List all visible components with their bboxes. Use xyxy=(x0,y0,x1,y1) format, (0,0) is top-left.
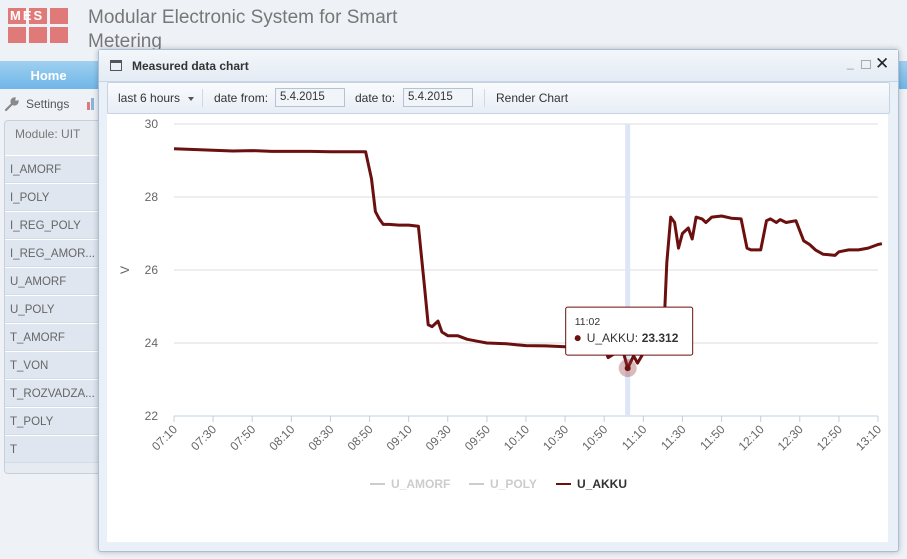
date-to-field[interactable] xyxy=(403,88,473,107)
tooltip-marker xyxy=(574,335,581,342)
sidebar-item-t-amorf[interactable]: T_AMORF xyxy=(5,323,99,351)
window-icon xyxy=(110,60,122,71)
date-from-label: date from: xyxy=(214,91,269,105)
x-tick-label: 11:30 xyxy=(658,422,689,453)
legend-item-u-poly: U_POLY xyxy=(490,477,537,491)
wrench-icon xyxy=(4,97,19,112)
sidebar-item-t-rozvadza[interactable]: T_ROZVADZA... xyxy=(5,379,99,407)
y-axis-title: V xyxy=(118,266,132,274)
legend-item-u-amorf: U_AMORF xyxy=(391,477,450,491)
dialog-title: Measured data chart xyxy=(132,59,249,73)
x-tick-label: 10:10 xyxy=(501,422,532,453)
chart-toolbar: last 6 hours date from: date to: Render … xyxy=(107,82,890,114)
x-tick-label: 10:50 xyxy=(579,422,610,453)
x-tick-label: 11:50 xyxy=(697,422,728,453)
chevron-down-icon xyxy=(188,96,195,101)
sidebar-item-i-reg-amorf[interactable]: I_REG_AMOR... xyxy=(5,239,99,267)
sidebar-item-u-amorf[interactable]: U_AMORF xyxy=(5,267,99,295)
x-tick-label: 09:30 xyxy=(423,422,454,453)
toolbar-divider xyxy=(484,89,485,107)
sidebar-item-u-poly[interactable]: U_POLY xyxy=(5,295,99,323)
nav-home-tab[interactable]: Home xyxy=(0,61,97,89)
dialog-titlebar[interactable]: Measured data chart _ ✕ xyxy=(99,50,898,82)
x-tick-label: 10:30 xyxy=(540,422,571,453)
y-tick-label: 24 xyxy=(145,336,159,350)
settings-button[interactable]: Settings xyxy=(4,96,69,112)
module-label: Module: UIT xyxy=(15,127,81,141)
line-chart: 22 24 26 28 30 V 07:10 07:30 07:50 08:10 08:30 08:5… xyxy=(118,117,884,491)
mes-logo: MES xyxy=(8,8,68,44)
module-sidebar: Module: UIT I_AMORF I_POLY I_REG_POLY I_… xyxy=(4,120,100,474)
y-tick-label: 30 xyxy=(145,117,159,131)
y-tick-label: 22 xyxy=(145,409,159,423)
render-chart-button[interactable]: Render Chart xyxy=(496,83,568,113)
chart-icon[interactable] xyxy=(86,96,98,110)
x-tick-label: 09:50 xyxy=(462,422,493,453)
tooltip-value: 23.312 xyxy=(642,331,679,345)
sidebar-item-t-von[interactable]: T_VON xyxy=(5,351,99,379)
toolbar-divider xyxy=(202,89,203,107)
x-tick-label: 07:10 xyxy=(149,422,180,453)
legend-item-u-akku: U_AKKU xyxy=(577,477,627,491)
tooltip-time: 11:02 xyxy=(575,316,601,328)
x-tick-label: 12:30 xyxy=(775,422,806,453)
x-tick-label: 12:10 xyxy=(736,422,767,453)
range-select-value: last 6 hours xyxy=(118,91,181,105)
date-from-field[interactable] xyxy=(275,88,345,107)
y-tick-label: 28 xyxy=(145,190,159,204)
maximize-button[interactable] xyxy=(861,60,871,69)
x-tick-label: 11:10 xyxy=(619,422,650,453)
sidebar-item-i-poly[interactable]: I_POLY xyxy=(5,183,99,211)
tooltip-series-name: U_AKKU: xyxy=(587,331,638,345)
y-tick-label: 26 xyxy=(145,263,159,277)
x-tick-label: 07:50 xyxy=(227,422,258,453)
x-tick-label: 13:10 xyxy=(853,422,884,453)
x-tick-label: 08:30 xyxy=(305,422,336,453)
minimize-button[interactable]: _ xyxy=(847,56,854,70)
x-tick-label: 08:10 xyxy=(266,422,297,453)
sidebar-item-i-amorf[interactable]: I_AMORF xyxy=(5,155,99,183)
x-tick-label: 07:30 xyxy=(188,422,219,453)
range-select[interactable]: last 6 hours xyxy=(118,83,195,113)
series-line-u-akku xyxy=(173,147,883,370)
settings-label: Settings xyxy=(26,97,70,111)
sidebar-item-i-reg-poly[interactable]: I_REG_POLY xyxy=(5,211,99,239)
close-button[interactable]: ✕ xyxy=(875,54,889,74)
measured-data-dialog: Measured data chart _ ✕ last 6 hours dat… xyxy=(98,49,899,552)
sidebar-item-t-poly[interactable]: T_POLY xyxy=(5,407,99,435)
date-to-label: date to: xyxy=(355,91,396,105)
chart-area: 22 24 26 28 30 V 07:10 07:30 07:50 08:10 08:30 08:5… xyxy=(107,114,888,542)
hover-point xyxy=(624,365,631,372)
x-tick-label: 08:50 xyxy=(345,422,376,453)
x-tick-label: 12:50 xyxy=(814,422,845,453)
sidebar-item-t[interactable]: T xyxy=(5,435,99,463)
app-title: Modular Electronic System for Smart Mete… xyxy=(88,7,398,52)
logo-text: MES xyxy=(10,8,45,23)
measurement-list: I_AMORF I_POLY I_REG_POLY I_REG_AMOR... … xyxy=(5,155,99,463)
x-tick-label: 09:10 xyxy=(384,422,415,453)
